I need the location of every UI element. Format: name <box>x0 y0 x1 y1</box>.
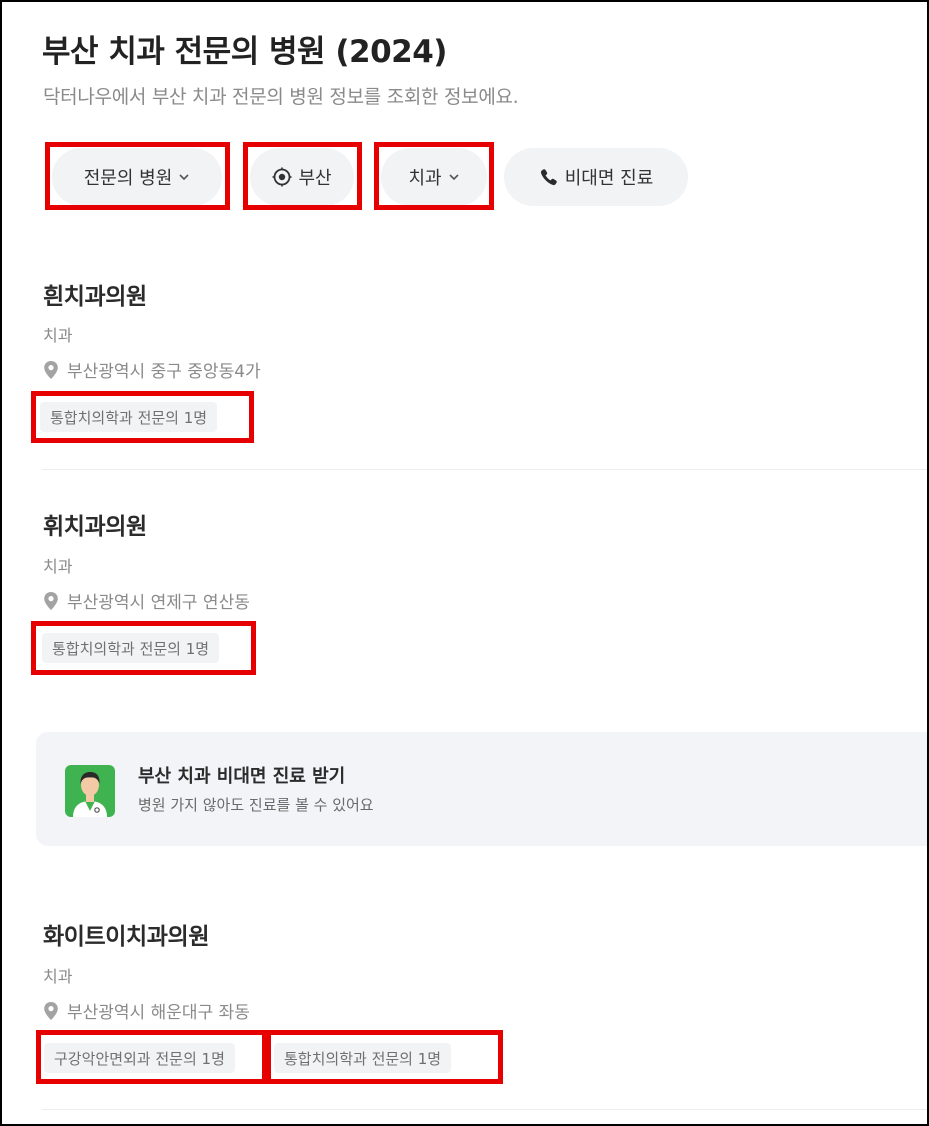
list-divider <box>42 1109 927 1110</box>
location-target-icon <box>272 167 292 187</box>
filter-department-chip[interactable]: 치과 <box>381 148 487 206</box>
map-pin-icon <box>44 591 58 610</box>
hospital-address: 부산광역시 연제구 연산동 <box>43 588 250 613</box>
filter-specialist-label: 전문의 병원 <box>83 168 173 189</box>
chevron-down-icon <box>179 174 189 181</box>
hospital-department: 치과 <box>43 557 73 576</box>
hospital-name[interactable]: 휘치과의원 <box>43 507 147 541</box>
filter-specialist-chip[interactable]: 전문의 병원 <box>52 148 222 206</box>
page-subtitle: 닥터나우에서 부산 치과 전문의 병원 정보를 조회한 정보에요. <box>43 86 519 108</box>
chevron-down-icon <box>448 174 459 181</box>
page-frame: 부산 치과 전문의 병원 (2024) 닥터나우에서 부산 치과 전문의 병원 … <box>0 0 929 1126</box>
telemedicine-banner[interactable]: 부산 치과 비대면 진료 받기 병원 가지 않아도 진료를 볼 수 있어요 <box>36 732 927 846</box>
filter-telemedicine-chip[interactable]: 비대면 진료 <box>504 148 688 206</box>
hospital-name[interactable]: 화이트이치과의원 <box>43 917 209 951</box>
hospital-address-text: 부산광역시 해운대구 좌동 <box>67 1003 250 1023</box>
filter-telemedicine-label: 비대면 진료 <box>564 168 654 189</box>
banner-subtitle: 병원 가지 않아도 진료를 볼 수 있어요 <box>138 796 374 814</box>
hospital-address: 부산광역시 중구 중앙동4가 <box>43 357 261 382</box>
specialist-tag: 구강악안면외과 전문의 1명 <box>44 1043 235 1073</box>
hospital-department: 치과 <box>43 326 73 345</box>
specialist-tag: 통합치의학과 전문의 1명 <box>42 633 220 663</box>
doctor-avatar-icon <box>65 765 115 817</box>
banner-title: 부산 치과 비대면 진료 받기 <box>138 766 346 787</box>
hospital-name[interactable]: 흰치과의원 <box>43 277 147 311</box>
hospital-department: 치과 <box>43 967 73 986</box>
phone-icon <box>540 169 557 186</box>
filter-location-chip[interactable]: 부산 <box>250 148 354 206</box>
filter-department-label: 치과 <box>408 168 442 189</box>
filter-location-label: 부산 <box>298 168 332 189</box>
page-title: 부산 치과 전문의 병원 (2024) <box>42 34 447 70</box>
hospital-address-text: 부산광역시 중구 중앙동4가 <box>67 362 261 382</box>
list-divider <box>42 469 927 470</box>
hospital-address: 부산광역시 해운대구 좌동 <box>43 998 250 1023</box>
map-pin-icon <box>44 1001 58 1020</box>
hospital-address-text: 부산광역시 연제구 연산동 <box>67 593 250 613</box>
specialist-tag: 통합치의학과 전문의 1명 <box>274 1043 452 1073</box>
specialist-tag: 통합치의학과 전문의 1명 <box>40 402 218 432</box>
map-pin-icon <box>44 360 58 379</box>
